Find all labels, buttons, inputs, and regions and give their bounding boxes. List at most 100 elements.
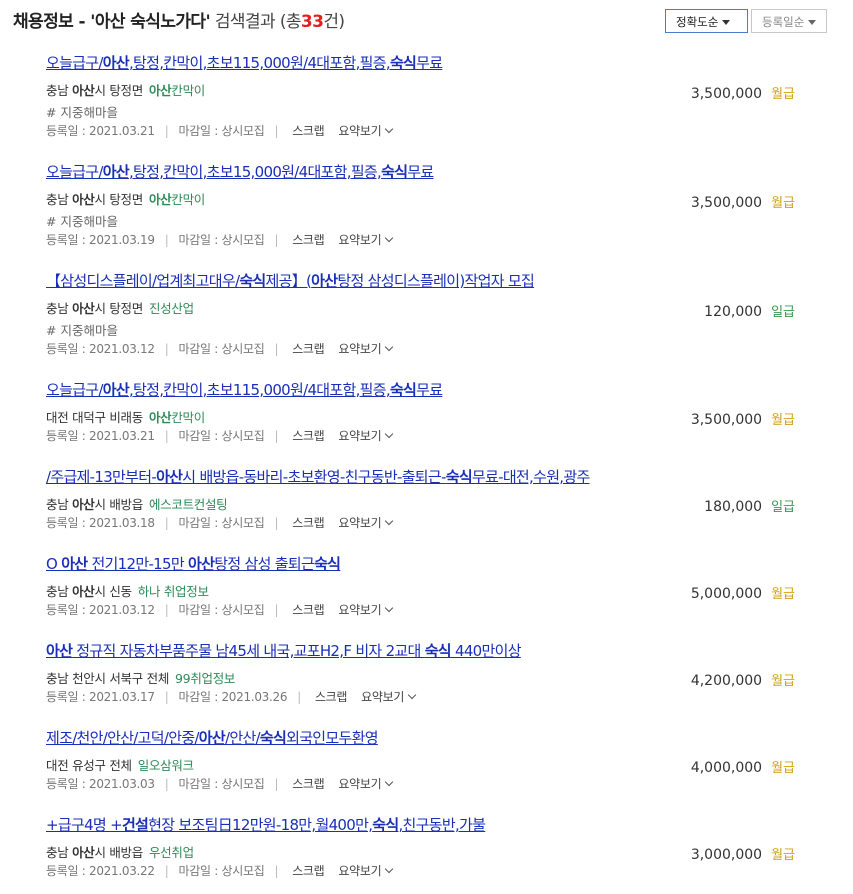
job-listing: O 아산 전기12만-15만 아산탕정 삼성 출퇴근숙식 충남 아산시 신동 하나 … (0, 545, 853, 633)
summary-label: 요약보기 (338, 603, 382, 617)
location-prefix: 충남 (46, 584, 73, 599)
search-header: 채용정보 - '아산 숙식노가다' 검색결과 (총33건) 정확도순 등록일순 (0, 0, 853, 44)
title-keyword: 숙식 (239, 272, 266, 290)
chevron-down-icon (385, 124, 394, 134)
pay-amount: 4,200,000 (690, 673, 763, 689)
company-name-link[interactable]: 일오삼워크 (138, 758, 194, 773)
deadline-label: 마감일 : (178, 690, 222, 704)
scrap-button[interactable]: 스크랩 (292, 124, 325, 138)
job-title-link[interactable]: 오늘급구/아산,탕정,칸막이,초보115,000원/4대포함,필증,숙식무료 (46, 52, 443, 73)
scrap-button[interactable]: 스크랩 (292, 342, 325, 356)
job-listing: 【삼성디스플레이/업계최고대우/숙식제공】(아산탕정 삼성디스플레이)작업자 모… (0, 262, 853, 356)
pay-amount: 3,500,000 (690, 86, 763, 102)
summary-toggle[interactable]: 요약보기 (338, 516, 394, 530)
company-name-link[interactable]: 에스코트컨설팅 (149, 497, 228, 512)
deadline-date: 상시모집 (221, 342, 265, 356)
pay-type-badge: 월급 (771, 413, 795, 428)
divider: | (274, 864, 279, 878)
summary-toggle[interactable]: 요약보기 (338, 429, 394, 443)
title-keyword: 숙식 (314, 555, 341, 573)
sort-accuracy-label: 정확도순 (676, 15, 719, 29)
company-name-link[interactable]: 아산칸막이 (149, 410, 205, 425)
job-listing: 오늘급구/아산,탕정,칸막이,초보115,000원/4대포함,필증,숙식무료대전… (0, 371, 853, 459)
job-location: 대전 유성구 전체 일오삼워크 (46, 755, 194, 774)
job-tag: # 지중해마을 (46, 214, 118, 229)
divider: | (274, 342, 279, 356)
scrap-button[interactable]: 스크랩 (315, 690, 348, 704)
summary-label: 요약보기 (338, 864, 382, 878)
location-prefix: 충남 (46, 192, 73, 207)
job-title-link[interactable]: +급구4명 +건설현장 보조팀日12만원-18만,월400만,숙식,친구동반,가… (46, 814, 486, 835)
company-name: 하나 취업정보 (137, 584, 209, 599)
summary-label: 요약보기 (361, 690, 405, 704)
job-pay: 4,000,000 월급 (691, 757, 795, 776)
divider: | (274, 124, 279, 138)
summary-toggle[interactable]: 요약보기 (338, 124, 394, 138)
company-name-link[interactable]: 하나 취업정보 (138, 584, 209, 599)
job-meta-row: 등록일 : 2021.03.17 | 마감일 : 2021.03.26 | 스크랩 요약보… (46, 688, 417, 705)
job-meta-row: 등록일 : 2021.03.22 | 마감일 : 상시모집 | 스크랩 요약보기 (46, 862, 394, 879)
location-prefix: 대전 대덕구 비래동 (46, 410, 143, 425)
sort-date-label: 등록일순 (762, 15, 805, 29)
job-meta-row: 등록일 : 2021.03.19 | 마감일 : 상시모집 | 스크랩 요약보기 (46, 231, 394, 248)
title-text: 전기12만-15만 (87, 555, 189, 573)
pay-type-badge: 월급 (771, 761, 795, 776)
job-meta-row: 등록일 : 2021.03.21 | 마감일 : 상시모집 | 스크랩 요약보기 (46, 122, 394, 139)
title-keyword: 숙식 (445, 468, 473, 486)
scrap-button[interactable]: 스크랩 (292, 603, 325, 617)
job-title-link[interactable]: 오늘급구/아산,탕정,칸막이,초보15,000원/4대포함,필증,숙식무료 (46, 161, 434, 182)
company-name-link[interactable]: 아산칸막이 (149, 83, 205, 98)
divider: | (164, 516, 169, 530)
summary-toggle[interactable]: 요약보기 (361, 690, 417, 704)
location-suffix: 시 탕정면 (94, 301, 143, 316)
posted-date: 2021.03.21 (89, 429, 155, 443)
job-title-link[interactable]: O 아산 전기12만-15만 아산탕정 삼성 출퇴근숙식 (46, 553, 341, 574)
posted-date: 2021.03.22 (89, 864, 155, 878)
scrap-button[interactable]: 스크랩 (292, 516, 325, 530)
title-keyword: 숙식 (259, 729, 287, 747)
scrap-button[interactable]: 스크랩 (292, 429, 325, 443)
job-title-link[interactable]: 아산 정규직 자동차부품주물 남45세 내국,교포H2,F 비자 2교대 숙식 … (46, 640, 522, 661)
sort-accuracy-button[interactable]: 정확도순 (665, 9, 748, 33)
pay-type-badge: 월급 (771, 674, 795, 689)
company-name-link[interactable]: 진성산업 (149, 301, 194, 316)
summary-toggle[interactable]: 요약보기 (338, 864, 394, 878)
posted-label: 등록일 : (46, 233, 89, 247)
title-text: /주급제-13만부터- (46, 468, 157, 486)
job-location: 충남 천안시 서북구 전체 99취업정보 (46, 668, 235, 687)
summary-toggle[interactable]: 요약보기 (338, 233, 394, 247)
deadline-label: 마감일 : (178, 864, 222, 878)
summary-toggle[interactable]: 요약보기 (338, 342, 394, 356)
title-keyword: 숙식 (389, 381, 417, 399)
deadline-label: 마감일 : (178, 342, 222, 356)
title-prefix: 채용정보 - (13, 12, 91, 32)
job-location: 충남 아산시 배방읍 에스코트컨설팅 (46, 494, 228, 513)
title-keyword: 건설 (121, 816, 149, 834)
company-name-link[interactable]: 우선취업 (149, 845, 194, 860)
company-name-link[interactable]: 99취업정보 (175, 671, 235, 686)
divider: | (274, 516, 279, 530)
sort-date-button[interactable]: 등록일순 (751, 9, 827, 33)
company-name-link[interactable]: 아산칸막이 (149, 192, 205, 207)
location-suffix: 시 배방읍 (94, 497, 143, 512)
title-keyword: 숙식 (372, 816, 399, 834)
job-location: 충남 아산시 탕정면 진성산업 (46, 298, 194, 317)
scrap-button[interactable]: 스크랩 (292, 233, 325, 247)
summary-toggle[interactable]: 요약보기 (338, 777, 394, 791)
pay-amount: 3,000,000 (690, 847, 763, 863)
summary-toggle[interactable]: 요약보기 (338, 603, 394, 617)
job-title-link[interactable]: 【삼성디스플레이/업계최고대우/숙식제공】(아산탕정 삼성디스플레이)작업자 모… (46, 270, 535, 291)
job-title-link[interactable]: 오늘급구/아산,탕정,칸막이,초보115,000원/4대포함,필증,숙식무료 (46, 379, 443, 400)
posted-label: 등록일 : (46, 690, 89, 704)
pay-amount: 3,500,000 (690, 195, 763, 211)
title-text: 오늘급구/ (46, 381, 103, 399)
title-text: 제공】( (265, 272, 312, 290)
job-title-link[interactable]: /주급제-13만부터-아산시 배방읍-동바리-초보환영-친구동반-출퇴근-숙식무… (46, 466, 590, 487)
summary-label: 요약보기 (338, 777, 382, 791)
posted-label: 등록일 : (46, 429, 89, 443)
location-keyword: 아산 (72, 584, 95, 599)
job-title-link[interactable]: 제조/천안/안산/고덕/안중/아산/안산/숙식외국인모두환영 (46, 727, 379, 748)
caret-down-icon (808, 20, 817, 25)
scrap-button[interactable]: 스크랩 (292, 864, 325, 878)
scrap-button[interactable]: 스크랩 (292, 777, 325, 791)
